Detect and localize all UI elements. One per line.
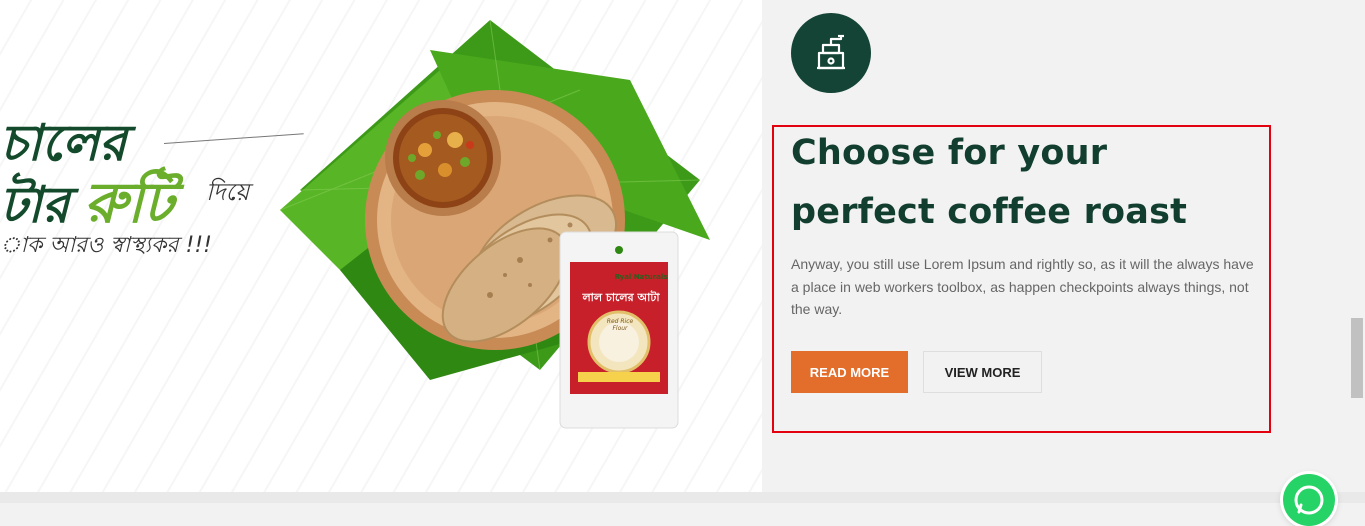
page-scrollbar-track[interactable]	[1350, 0, 1365, 492]
pack-badge-label: Red Rice Flour	[606, 318, 634, 332]
section-bottom-edge	[0, 492, 1365, 503]
food-product-illustration	[280, 19, 710, 429]
coffee-grinder-icon	[791, 13, 871, 93]
view-more-button[interactable]: VIEW MORE	[923, 351, 1042, 393]
whatsapp-chat-button[interactable]	[1283, 474, 1335, 526]
whatsapp-icon	[1294, 485, 1324, 515]
feature-description: Anyway, you still use Lorem Ipsum and ri…	[791, 256, 1254, 317]
read-more-button[interactable]: READ MORE	[791, 351, 908, 393]
curry-bowl-image	[385, 100, 501, 216]
page-scrollbar-thumb[interactable]	[1351, 318, 1363, 398]
hero-banner: চালের টার রুটি দিয়ে াক আরও স্বাস্থ্যকর …	[0, 0, 762, 492]
banner-headline-suffix: দিয়ে	[206, 178, 250, 206]
feature-heading: Choose for your perfect coffee roast	[791, 133, 1188, 232]
banner-tagline: াক আরও স্বাস্থ্যকর !!!	[0, 233, 212, 258]
pack-product-name: লাল চালের আটা	[582, 291, 660, 304]
pack-brand-label: Ryal Naturals	[614, 273, 668, 281]
